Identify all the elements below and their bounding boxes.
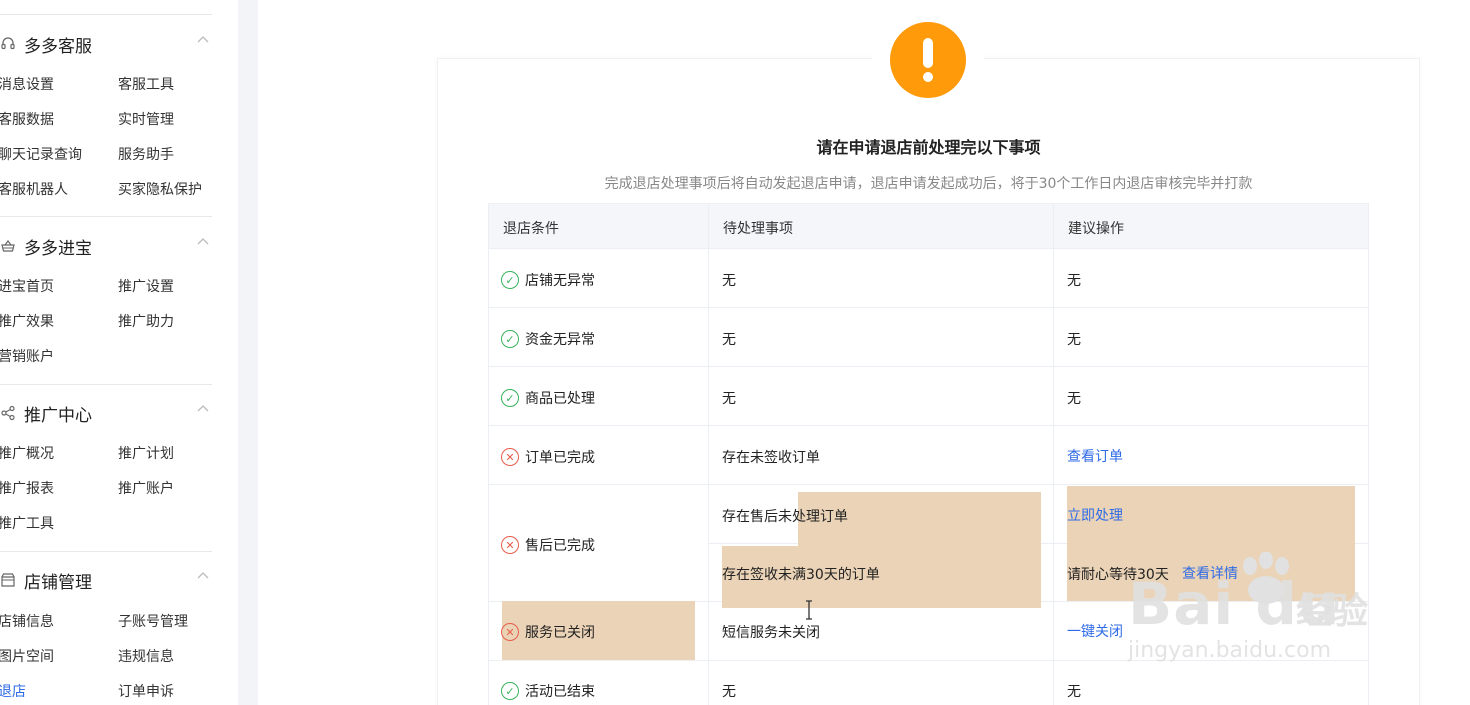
table-header-cell: 建议操作: [1068, 221, 1124, 237]
sidebar-item[interactable]: 进宝首页: [0, 276, 54, 296]
x-circle-icon: ✕: [501, 448, 519, 466]
table-row: ✕ 订单已完成: [501, 447, 595, 467]
condition-label: 服务已关闭: [525, 625, 595, 641]
sidebar-item[interactable]: 实时管理: [118, 109, 174, 129]
sidebar-item[interactable]: 推广报表: [0, 478, 54, 498]
table-row: ✓ 店铺无异常: [501, 270, 595, 290]
sidebar-item[interactable]: 店铺信息: [0, 611, 54, 631]
pending-item: 无: [722, 391, 736, 407]
sidebar-item[interactable]: 推广账户: [118, 478, 174, 498]
baidu-watermark: Bai du 经验 jingyan.baidu.com: [1128, 552, 1398, 672]
sidebar-item[interactable]: 推广设置: [118, 276, 174, 296]
sidebar-item[interactable]: 客服工具: [118, 74, 174, 94]
headset-icon: [0, 36, 16, 52]
check-circle-icon: ✓: [501, 271, 519, 289]
pending-item: 存在未签收订单: [722, 450, 820, 466]
chevron-up-icon[interactable]: [196, 235, 212, 251]
watermark-cn: 经验: [1296, 591, 1369, 632]
suggested-action: 无: [1067, 332, 1081, 348]
store-icon: [0, 572, 16, 588]
suggested-action: 无: [1067, 684, 1081, 700]
table-header: 退店条件 待处理事项 建议操作: [488, 203, 1369, 249]
view-orders-link[interactable]: 查看订单: [1067, 446, 1123, 466]
sidebar-item[interactable]: 违规信息: [118, 646, 174, 666]
divider: [488, 484, 1369, 485]
condition-label: 资金无异常: [525, 332, 595, 348]
share-icon: [0, 405, 16, 421]
divider: [488, 366, 1369, 367]
sidebar-group-header[interactable]: 多多进宝: [0, 230, 230, 262]
sidebar-item[interactable]: 订单申诉: [118, 681, 174, 701]
sidebar-item[interactable]: 图片空间: [0, 646, 54, 666]
divider: [488, 307, 1369, 308]
check-circle-icon: ✓: [501, 682, 519, 700]
condition-label: 店铺无异常: [525, 273, 595, 289]
sidebar-item[interactable]: 推广计划: [118, 443, 174, 463]
chevron-up-icon[interactable]: [196, 402, 212, 418]
one-click-close-link[interactable]: 一键关闭: [1067, 621, 1123, 641]
pending-item: 存在售后未处理订单: [722, 509, 848, 525]
condition-label: 订单已完成: [525, 450, 595, 466]
sidebar-group-title: 多多进宝: [24, 238, 92, 259]
sidebar-item[interactable]: 消息设置: [0, 74, 54, 94]
suggested-action: 无: [1067, 273, 1081, 289]
table-row: ✓ 活动已结束: [501, 681, 595, 701]
watermark-url: jingyan.baidu.com: [1128, 638, 1332, 663]
page-subtitle: 完成退店处理事项后将自动发起退店申请，退店申请发起成功后，将于30个工作日内退店…: [604, 176, 1253, 192]
suggested-action: 无: [1067, 391, 1081, 407]
warning-icon: [890, 22, 966, 98]
divider: [0, 384, 212, 385]
divider: [1053, 203, 1054, 705]
sidebar-group-title: 推广中心: [24, 405, 92, 426]
sidebar: 多多客服 消息设置 客服工具 客服数据 实时管理 聊天记录查询 服务助手 客服机…: [0, 0, 238, 705]
divider: [488, 203, 489, 705]
x-circle-icon: ✕: [501, 623, 519, 641]
sidebar-group-header[interactable]: 多多客服: [0, 28, 230, 60]
text-cursor-icon: [804, 600, 814, 624]
table-header-cell: 待处理事项: [723, 221, 793, 237]
table-row: ✓ 商品已处理: [501, 388, 595, 408]
condition-label: 售后已完成: [525, 538, 595, 554]
x-circle-icon: ✕: [501, 536, 519, 554]
table-header-cell: 退店条件: [503, 221, 559, 237]
sidebar-group-header[interactable]: 推广中心: [0, 397, 230, 429]
basket-icon: [0, 238, 16, 254]
chevron-up-icon[interactable]: [196, 569, 212, 585]
sidebar-item[interactable]: 聊天记录查询: [0, 144, 82, 164]
sidebar-item[interactable]: 客服数据: [0, 109, 54, 129]
sidebar-item[interactable]: 买家隐私保护: [118, 179, 202, 199]
condition-label: 商品已处理: [525, 391, 595, 407]
sidebar-item[interactable]: 子账号管理: [118, 611, 188, 631]
page-title: 请在申请退店前处理完以下事项: [816, 138, 1041, 157]
table-row: ✕ 售后已完成: [501, 535, 595, 555]
divider: [0, 216, 212, 217]
sidebar-group-title: 多多客服: [24, 36, 92, 57]
table-row: ✓ 资金无异常: [501, 329, 595, 349]
check-circle-icon: ✓: [501, 330, 519, 348]
table-row: ✕ 服务已关闭: [501, 622, 595, 642]
pending-item: 存在签收未满30天的订单: [722, 567, 880, 583]
pending-item: 无: [722, 273, 736, 289]
sidebar-item-tuidian[interactable]: 退店: [0, 681, 26, 701]
check-circle-icon: ✓: [501, 389, 519, 407]
sidebar-item[interactable]: 营销账户: [0, 346, 54, 366]
condition-label: 活动已结束: [525, 684, 595, 700]
pending-item: 短信服务未关闭: [722, 625, 820, 641]
sidebar-item[interactable]: 推广工具: [0, 513, 54, 533]
handle-now-link[interactable]: 立即处理: [1067, 505, 1123, 525]
sidebar-item[interactable]: 客服机器人: [0, 179, 68, 199]
divider: [708, 203, 709, 705]
chevron-up-icon[interactable]: [196, 33, 212, 49]
divider: [0, 551, 212, 552]
sidebar-group-header[interactable]: 店铺管理: [0, 564, 230, 596]
sidebar-item[interactable]: 推广概况: [0, 443, 54, 463]
sidebar-group-title: 店铺管理: [24, 572, 92, 593]
sidebar-item[interactable]: 推广效果: [0, 311, 54, 331]
sidebar-item[interactable]: 推广助力: [118, 311, 174, 331]
divider: [0, 14, 212, 15]
pending-item: 无: [722, 332, 736, 348]
pending-item: 无: [722, 684, 736, 700]
divider: [488, 425, 1369, 426]
sidebar-item[interactable]: 服务助手: [118, 144, 174, 164]
